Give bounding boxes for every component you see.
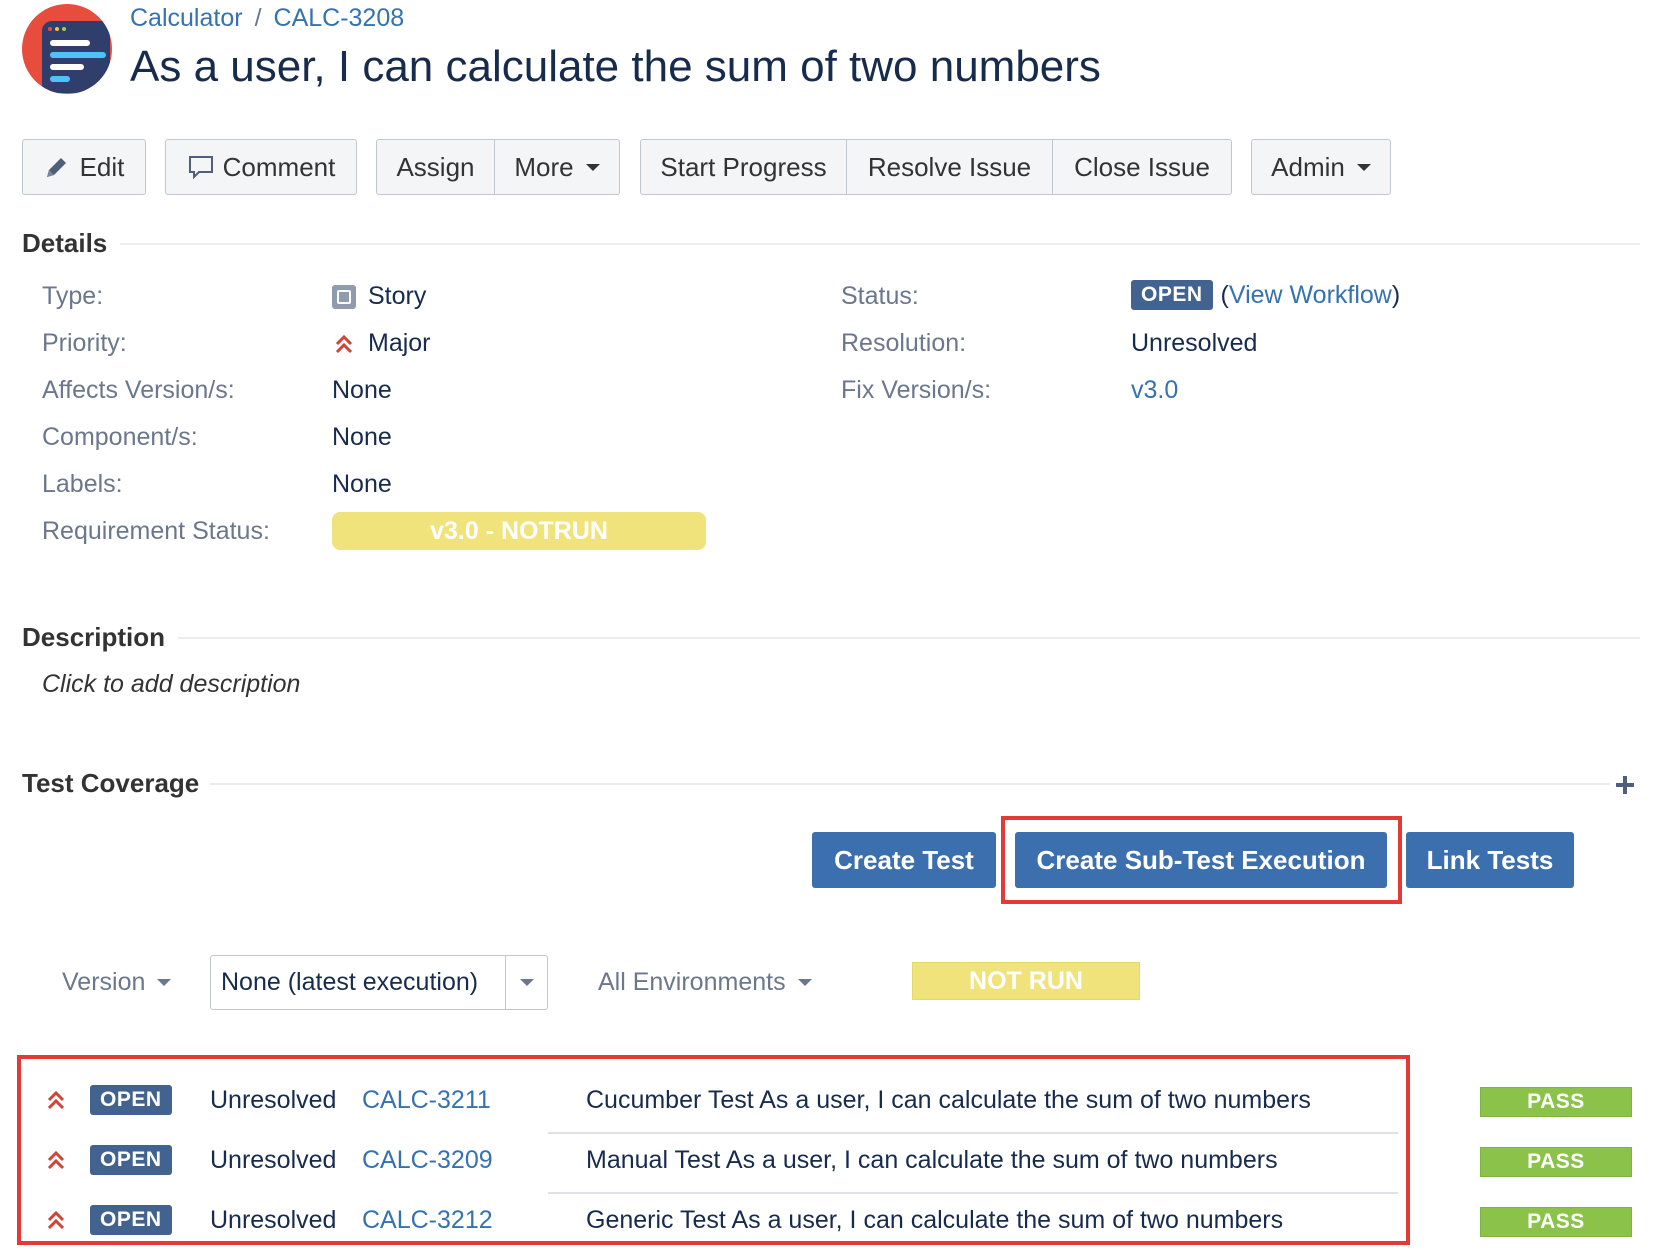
start-progress-label: Start Progress bbox=[660, 151, 827, 182]
type-value-text: Story bbox=[368, 282, 427, 310]
components-label: Component/s: bbox=[42, 423, 198, 451]
pencil-icon bbox=[46, 158, 66, 177]
breadcrumb: Calculator / CALC-3208 bbox=[130, 4, 404, 33]
comment-button[interactable]: Comment bbox=[165, 139, 357, 195]
more-button-label: More bbox=[514, 151, 574, 182]
status-value: OPEN (View Workflow) bbox=[1131, 280, 1400, 310]
chevron-down-icon bbox=[585, 163, 600, 171]
breadcrumb-project-link[interactable]: Calculator bbox=[130, 4, 243, 32]
environments-filter[interactable]: All Environments bbox=[598, 968, 812, 997]
link-tests-button[interactable]: Link Tests bbox=[1406, 832, 1574, 888]
priority-value: Major bbox=[332, 329, 431, 358]
start-progress-button[interactable]: Start Progress bbox=[641, 140, 847, 194]
test-coverage-heading: Test Coverage bbox=[22, 768, 200, 798]
breadcrumb-separator: / bbox=[254, 4, 262, 32]
priority-major-icon bbox=[335, 334, 353, 353]
assign-button-label: Assign bbox=[396, 151, 475, 182]
type-value: Story bbox=[332, 282, 426, 311]
version-filter[interactable]: Version bbox=[62, 968, 172, 997]
environments-filter-label: All Environments bbox=[598, 968, 786, 996]
status-lozenge: OPEN bbox=[1131, 280, 1213, 310]
create-test-button[interactable]: Create Test bbox=[812, 832, 996, 888]
view-workflow-paren-open: ( bbox=[1220, 280, 1229, 309]
requirement-status-badge: v3.0 - NOTRUN bbox=[332, 512, 706, 550]
issue-title[interactable]: As a user, I can calculate the sum of tw… bbox=[130, 42, 1101, 92]
overall-status-badge: NOT RUN bbox=[912, 962, 1140, 1000]
highlight-box-tests bbox=[17, 1055, 1410, 1245]
status-label: Status: bbox=[841, 282, 919, 310]
priority-value-text: Major bbox=[368, 329, 431, 357]
close-issue-button[interactable]: Close Issue bbox=[1053, 140, 1231, 194]
resolve-issue-label: Resolve Issue bbox=[867, 151, 1032, 182]
version-select-arrow[interactable] bbox=[505, 956, 547, 1009]
priority-label: Priority: bbox=[42, 329, 127, 357]
type-label: Type: bbox=[42, 282, 104, 310]
fix-version-link[interactable]: v3.0 bbox=[1131, 376, 1178, 405]
admin-button-label: Admin bbox=[1271, 151, 1345, 182]
project-avatar[interactable] bbox=[22, 4, 112, 94]
view-workflow-paren-close: ) bbox=[1391, 280, 1401, 309]
requirement-status-label: Requirement Status: bbox=[42, 517, 270, 545]
test-coverage-divider bbox=[210, 783, 1610, 785]
edit-button-label: Edit bbox=[79, 151, 125, 182]
version-select-value: None (latest execution) bbox=[221, 968, 479, 996]
edit-button[interactable]: Edit bbox=[22, 139, 146, 195]
labels-label: Labels: bbox=[42, 470, 123, 498]
chevron-down-icon bbox=[1356, 163, 1371, 171]
close-issue-label: Close Issue bbox=[1074, 151, 1210, 182]
assign-more-group: Assign More bbox=[376, 139, 620, 195]
story-icon bbox=[332, 284, 356, 309]
resolution-value: Unresolved bbox=[1131, 329, 1258, 357]
fix-version-label: Fix Version/s: bbox=[841, 376, 992, 404]
test-result-badge: PASS bbox=[1480, 1087, 1632, 1117]
details-heading: Details bbox=[22, 228, 108, 258]
version-filter-label: Version bbox=[62, 968, 146, 996]
affects-version-label: Affects Version/s: bbox=[42, 376, 235, 404]
chevron-down-icon bbox=[519, 979, 534, 986]
labels-value: None bbox=[332, 470, 392, 498]
description-divider bbox=[178, 637, 1640, 639]
chevron-down-icon bbox=[797, 979, 812, 986]
affects-version-value: None bbox=[332, 376, 392, 404]
details-divider bbox=[120, 243, 1640, 245]
add-icon[interactable] bbox=[1614, 774, 1636, 796]
description-heading: Description bbox=[22, 622, 166, 652]
comment-button-label: Comment bbox=[222, 151, 336, 182]
more-button[interactable]: More bbox=[495, 140, 619, 194]
breadcrumb-issue-key-link[interactable]: CALC-3208 bbox=[274, 4, 405, 32]
test-result-badge: PASS bbox=[1480, 1207, 1632, 1237]
highlight-box-button bbox=[1001, 816, 1402, 904]
assign-button[interactable]: Assign bbox=[377, 140, 495, 194]
workflow-group: Start Progress Resolve Issue Close Issue bbox=[640, 139, 1232, 195]
view-workflow-link[interactable]: View Workflow bbox=[1229, 281, 1392, 310]
resolve-issue-button[interactable]: Resolve Issue bbox=[847, 140, 1053, 194]
test-result-badge: PASS bbox=[1480, 1147, 1632, 1177]
admin-button[interactable]: Admin bbox=[1251, 139, 1391, 195]
chevron-down-icon bbox=[157, 979, 172, 986]
description-placeholder[interactable]: Click to add description bbox=[42, 670, 300, 699]
comment-icon bbox=[188, 156, 213, 180]
components-value: None bbox=[332, 423, 392, 451]
resolution-label: Resolution: bbox=[841, 329, 967, 357]
version-select[interactable]: None (latest execution) bbox=[210, 955, 548, 1010]
